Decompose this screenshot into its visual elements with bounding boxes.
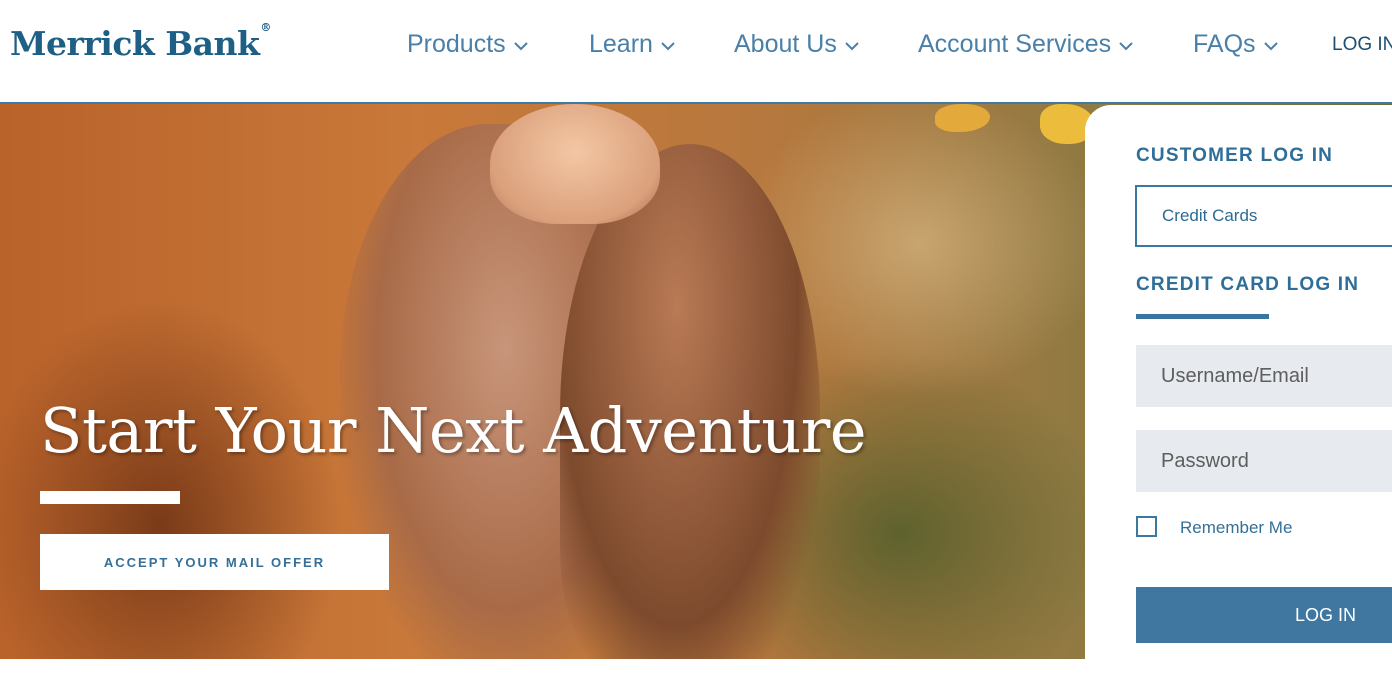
username-field[interactable] xyxy=(1136,345,1392,407)
chevron-down-icon xyxy=(1119,29,1133,58)
customer-login-heading: CUSTOMER LOG IN xyxy=(1136,145,1334,166)
nav-products[interactable]: Products xyxy=(407,30,528,60)
nav-login-link[interactable]: LOG IN xyxy=(1332,34,1392,56)
chevron-down-icon xyxy=(1263,29,1278,58)
hero-divider xyxy=(40,491,180,504)
nav-learn[interactable]: Learn xyxy=(589,30,675,60)
remember-me-checkbox[interactable] xyxy=(1136,516,1157,537)
nav-faqs-label: FAQs xyxy=(1193,30,1256,58)
nav-about-us-label: About Us xyxy=(734,30,837,58)
chevron-down-icon xyxy=(661,29,675,58)
nav-products-label: Products xyxy=(407,30,506,58)
leaf-decoration xyxy=(935,104,990,132)
nav-faqs[interactable]: FAQs xyxy=(1193,30,1278,60)
password-field[interactable] xyxy=(1136,430,1392,492)
chevron-down-icon xyxy=(845,29,859,58)
nav-learn-label: Learn xyxy=(589,30,653,58)
credit-card-login-heading: CREDIT CARD LOG IN xyxy=(1136,274,1360,295)
account-type-select[interactable]: Credit Cards xyxy=(1135,185,1392,247)
nav-account-services-label: Account Services xyxy=(918,30,1112,58)
site-header: Merrick Bank® Products Learn About Us Ac… xyxy=(0,0,1392,104)
login-button[interactable]: LOG IN xyxy=(1136,587,1392,643)
accept-mail-offer-button[interactable]: ACCEPT YOUR MAIL OFFER xyxy=(40,534,389,590)
hero-title: Start Your Next Adventure xyxy=(40,394,867,467)
login-panel: CUSTOMER LOG IN Credit Cards CREDIT CARD… xyxy=(1085,105,1392,685)
main-nav: Products Learn About Us Account Services… xyxy=(0,30,1392,64)
hero-photo-hat xyxy=(490,104,660,224)
chevron-down-icon xyxy=(513,29,528,58)
heading-underline xyxy=(1136,314,1269,319)
nav-about-us[interactable]: About Us xyxy=(734,30,859,60)
remember-me-label[interactable]: Remember Me xyxy=(1180,518,1292,538)
nav-account-services[interactable]: Account Services xyxy=(918,30,1133,60)
